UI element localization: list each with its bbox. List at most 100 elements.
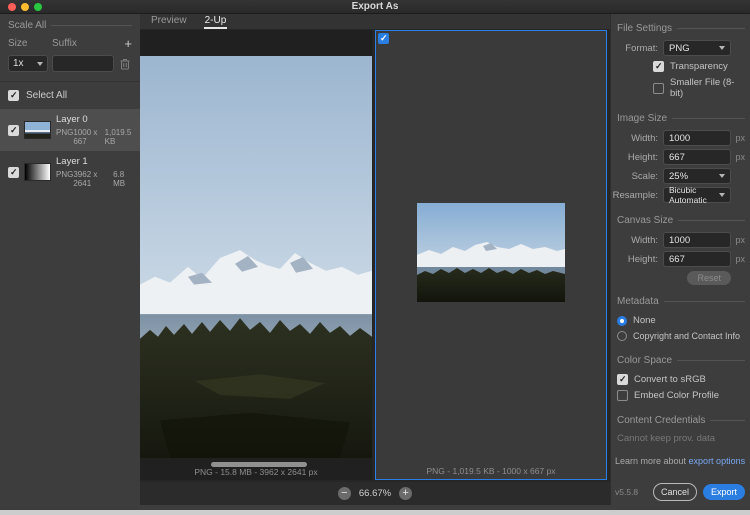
export-button[interactable]: Export xyxy=(702,484,745,500)
convert-srgb-checkbox[interactable] xyxy=(617,374,628,385)
canvas-width-label: Width: xyxy=(631,234,658,246)
export-caption: PNG - 1,019.5 KB - 1000 x 667 px xyxy=(426,466,556,476)
chevron-down-icon xyxy=(719,46,725,50)
preview-tabs: Preview 2-Up xyxy=(140,14,610,29)
layer-1-thumbnail xyxy=(24,163,51,181)
original-pane[interactable]: PNG - 15.8 MB - 3962 x 2641 px xyxy=(140,30,372,480)
zoom-level: 66.67% xyxy=(358,488,392,499)
layer-0-thumbnail xyxy=(24,121,51,139)
layer-row-0[interactable]: Layer 0 PNG 1000 x 667 1,019.5 KB xyxy=(0,109,140,151)
header-rule xyxy=(672,118,745,119)
transparency-label: Transparency xyxy=(670,61,728,72)
metadata-none-label: None xyxy=(633,315,656,326)
select-all-checkbox[interactable] xyxy=(8,90,19,101)
layer-name: Layer 1 xyxy=(56,156,88,167)
add-scale-button[interactable]: + xyxy=(124,37,132,50)
export-options-link[interactable]: export options xyxy=(689,456,746,466)
embed-profile-checkbox[interactable] xyxy=(617,390,628,401)
embed-profile-label: Embed Color Profile xyxy=(634,390,720,401)
window-title: Export As xyxy=(351,1,399,12)
metadata-header: Metadata xyxy=(617,296,659,307)
export-as-dialog: Export As Scale All Size Suffix + 1x ✓ S… xyxy=(0,0,750,515)
header-rule xyxy=(678,220,745,221)
header-rule xyxy=(51,25,132,26)
original-caption: PNG - 15.8 MB - 3962 x 2641 px xyxy=(194,467,318,477)
file-settings-header: File Settings xyxy=(617,23,673,34)
scale-select[interactable]: 1x xyxy=(8,55,48,72)
cancel-button[interactable]: Cancel xyxy=(652,483,697,501)
export-pane[interactable]: PNG - 1,019.5 KB - 1000 x 667 px xyxy=(375,30,607,480)
canvas-size-header: Canvas Size xyxy=(617,215,674,226)
select-all-label: Select All xyxy=(26,90,68,101)
original-image xyxy=(140,56,372,458)
content-credentials-header: Content Credentials xyxy=(617,415,706,426)
scale-select-value: 1x xyxy=(13,58,24,69)
zoom-out-button[interactable]: − xyxy=(337,487,351,500)
format-select[interactable]: PNG xyxy=(663,40,731,56)
header-rule xyxy=(663,301,745,302)
layer-row-1[interactable]: Layer 1 PNG 3962 x 2641 6.8 MB xyxy=(0,151,140,193)
width-input[interactable]: 1000 xyxy=(663,130,731,146)
scale-all-panel: Scale All Size Suffix + 1x ✓ Select All … xyxy=(0,14,140,505)
export-image xyxy=(417,203,565,302)
layer-1-checkbox[interactable] xyxy=(8,166,19,178)
dialog-footer: v5.5.8 Cancel Export xyxy=(615,483,745,501)
window-bottom-edge xyxy=(0,510,750,515)
zoom-window-button[interactable] xyxy=(34,3,42,11)
height-input[interactable]: 667 xyxy=(663,149,731,165)
scale-all-header: Scale All xyxy=(8,20,47,31)
layer-dimensions: 1000 x 667 xyxy=(73,128,98,146)
chevron-down-icon xyxy=(37,61,43,66)
canvas-height-input[interactable]: 667 xyxy=(663,251,731,267)
transparency-checkbox[interactable] xyxy=(653,61,664,72)
canvas-width-input[interactable]: 1000 xyxy=(663,232,731,248)
size-label: Size xyxy=(8,38,28,49)
reset-button[interactable]: Reset xyxy=(687,271,731,285)
scale-select-right[interactable]: 25% xyxy=(663,168,731,184)
resample-label: Resample: xyxy=(612,189,658,201)
minimize-button[interactable] xyxy=(21,3,29,11)
close-button[interactable] xyxy=(8,3,16,11)
height-label: Height: xyxy=(627,151,658,163)
zoom-in-button[interactable]: + xyxy=(399,487,413,500)
settings-panel: File Settings Format: PNG Transparency S… xyxy=(610,14,750,505)
canvas-height-label: Height: xyxy=(627,253,658,265)
convert-srgb-label: Convert to sRGB xyxy=(634,374,706,385)
preview-area: Preview 2-Up PNG - 15.8 MB - 3962 x 2641… xyxy=(140,14,610,505)
px-unit: px xyxy=(735,254,745,264)
zoom-controls: − 66.67% + xyxy=(140,482,610,505)
metadata-none-radio[interactable] xyxy=(617,315,627,326)
layer-filesize: 1,019.5 KB xyxy=(104,128,132,146)
metadata-copyright-label: Copyright and Contact Info xyxy=(633,331,741,341)
layer-filesize: 6.8 MB xyxy=(113,170,126,188)
layer-format: PNG xyxy=(56,128,74,137)
tab-preview[interactable]: Preview xyxy=(150,14,188,29)
tab-2up[interactable]: 2-Up xyxy=(203,14,228,29)
px-unit: px xyxy=(735,235,745,245)
width-label: Width: xyxy=(631,132,658,144)
suffix-input[interactable] xyxy=(52,55,114,72)
resample-select[interactable]: Bicubic Automatic xyxy=(663,185,731,205)
header-rule xyxy=(677,28,745,29)
scale-label: Scale: xyxy=(631,170,658,182)
metadata-copyright-radio[interactable] xyxy=(617,331,627,341)
px-unit: px xyxy=(735,133,745,143)
smaller-file-checkbox[interactable] xyxy=(653,82,664,94)
layer-name: Layer 0 xyxy=(56,114,88,125)
export-pane-checkbox[interactable] xyxy=(378,33,389,44)
px-unit: px xyxy=(735,152,745,162)
content-credentials-status: Cannot keep prov. data xyxy=(617,433,716,444)
image-size-header: Image Size xyxy=(617,113,668,124)
format-label: Format: xyxy=(625,42,658,54)
traffic-lights xyxy=(8,3,42,11)
trash-icon[interactable] xyxy=(118,56,132,71)
layer-0-checkbox[interactable] xyxy=(8,124,19,136)
version-label: v5.5.8 xyxy=(615,487,639,497)
smaller-file-label: Smaller File (8-bit) xyxy=(670,77,735,99)
suffix-label: Suffix xyxy=(52,38,77,49)
color-space-header: Color Space xyxy=(617,355,673,366)
header-rule xyxy=(710,420,745,421)
header-rule xyxy=(677,360,745,361)
learn-more-text: Learn more about export options xyxy=(615,456,746,466)
layer-format: PNG xyxy=(56,170,74,179)
